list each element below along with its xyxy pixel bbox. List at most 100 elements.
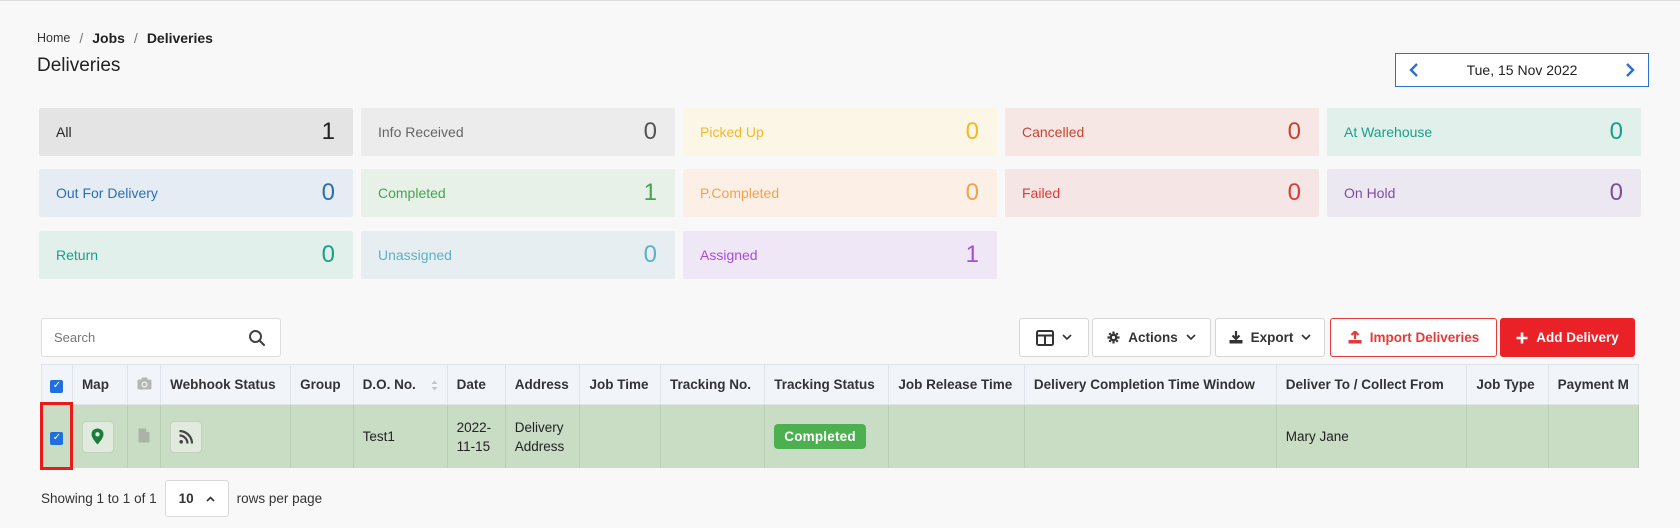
status-card-label: At Warehouse — [1344, 124, 1433, 140]
current-date[interactable]: Tue, 15 Nov 2022 — [1467, 62, 1578, 78]
status-card-return[interactable]: Return 0 — [39, 231, 353, 279]
breadcrumb-home[interactable]: Home — [37, 31, 70, 45]
table-row[interactable]: ✓ Test1 2022- 11-15 Delivery Address Com… — [41, 404, 1639, 468]
status-card-count: 0 — [321, 179, 335, 206]
photo-cell — [127, 404, 162, 468]
breadcrumb-current: Deliveries — [146, 30, 213, 46]
column-header-deliver-to[interactable]: Deliver To / Collect From — [1275, 364, 1468, 405]
status-card-info-received[interactable]: Info Received 0 — [361, 108, 675, 156]
actions-button[interactable]: Actions — [1092, 318, 1211, 357]
date-line: 2022- — [456, 419, 492, 435]
column-header-tracking-no[interactable]: Tracking No. — [660, 364, 766, 405]
chevron-up-icon — [206, 495, 215, 502]
rss-icon — [179, 429, 194, 444]
breadcrumb-separator: / — [133, 30, 138, 46]
column-header-do-no-label: D.O. No. — [362, 377, 416, 392]
table-header-row: ✓ Map Webhook Status Group D.O. No. Date… — [41, 364, 1639, 405]
import-label: Import Deliveries — [1369, 330, 1480, 345]
job-type-cell — [1466, 404, 1549, 468]
status-card-label: All — [56, 124, 72, 140]
status-card-count: 0 — [643, 241, 657, 268]
address-line: Delivery — [514, 419, 564, 435]
status-card-out-for-delivery[interactable]: Out For Delivery 0 — [39, 169, 353, 217]
deliveries-table: ✓ Map Webhook Status Group D.O. No. Date… — [41, 364, 1639, 468]
next-date-button[interactable] — [1612, 54, 1648, 86]
pagination-summary: Showing 1 to 1 of 1 — [41, 491, 157, 506]
chevron-down-icon — [1301, 334, 1311, 341]
status-card-failed[interactable]: Failed 0 — [1005, 169, 1319, 217]
previous-date-button[interactable] — [1396, 54, 1432, 86]
status-card-count: 1 — [643, 179, 657, 206]
do-no-cell[interactable]: Test1 — [352, 404, 448, 468]
tracking-no-cell — [660, 404, 766, 468]
status-card-picked-up[interactable]: Picked Up 0 — [683, 108, 997, 156]
export-button[interactable]: Export — [1215, 318, 1325, 357]
chevron-down-icon — [1062, 334, 1072, 341]
status-card-count: 0 — [321, 241, 335, 268]
column-header-webhook-status[interactable]: Webhook Status — [160, 364, 292, 405]
breadcrumb: Home / Jobs / Deliveries — [37, 30, 213, 46]
job-time-cell — [579, 404, 662, 468]
status-card-cancelled[interactable]: Cancelled 0 — [1005, 108, 1319, 156]
status-card-count: 0 — [643, 118, 657, 145]
status-card-label: On Hold — [1344, 185, 1396, 201]
row-select-cell: ✓ — [41, 404, 73, 468]
actions-label: Actions — [1128, 330, 1178, 345]
download-icon — [1229, 331, 1243, 344]
sort-icon[interactable] — [431, 380, 438, 391]
columns-icon — [1036, 329, 1054, 346]
select-all-header: ✓ — [41, 364, 73, 405]
add-delivery-button[interactable]: Add Delivery — [1500, 318, 1635, 357]
chevron-right-icon — [1626, 63, 1635, 77]
tracking-status-cell: Completed — [764, 404, 890, 468]
column-toggle-button[interactable] — [1019, 318, 1089, 357]
completion-window-cell — [1023, 404, 1277, 468]
status-card-completed[interactable]: Completed 1 — [361, 169, 675, 217]
column-header-address[interactable]: Address — [504, 364, 581, 405]
breadcrumb-jobs[interactable]: Jobs — [92, 30, 125, 46]
status-card-assigned[interactable]: Assigned 1 — [683, 231, 997, 279]
map-button[interactable] — [81, 420, 114, 453]
column-header-job-release-time[interactable]: Job Release Time — [888, 364, 1025, 405]
search-icon[interactable] — [248, 329, 266, 347]
upload-icon — [1348, 331, 1362, 344]
search-input[interactable] — [54, 330, 224, 345]
date-line: 11-15 — [456, 438, 491, 454]
status-card-label: Unassigned — [378, 247, 452, 263]
rows-per-page-select[interactable]: 10 — [164, 480, 229, 517]
column-header-photo — [127, 364, 162, 405]
webhook-status-cell — [160, 404, 292, 468]
status-card-count: 0 — [1609, 118, 1623, 145]
column-header-tracking-status[interactable]: Tracking Status — [764, 364, 890, 405]
status-card-at-warehouse[interactable]: At Warehouse 0 — [1327, 108, 1641, 156]
column-header-do-no[interactable]: D.O. No. — [352, 364, 448, 405]
column-header-group[interactable]: Group — [290, 364, 354, 405]
column-header-date[interactable]: Date — [446, 364, 506, 405]
chevron-down-icon — [1186, 334, 1196, 341]
file-icon[interactable] — [138, 428, 150, 443]
select-all-checkbox[interactable]: ✓ — [50, 379, 64, 393]
status-card-partially-completed[interactable]: P.Completed 0 — [683, 169, 997, 217]
gear-icon — [1107, 331, 1120, 344]
column-header-map[interactable]: Map — [71, 364, 129, 405]
column-header-completion-window[interactable]: Delivery Completion Time Window — [1023, 364, 1277, 405]
import-deliveries-button[interactable]: Import Deliveries — [1330, 318, 1497, 357]
add-delivery-label: Add Delivery — [1536, 330, 1619, 345]
status-card-unassigned[interactable]: Unassigned 0 — [361, 231, 675, 279]
status-card-label: Info Received — [378, 124, 464, 140]
column-header-job-time[interactable]: Job Time — [579, 364, 662, 405]
status-card-all[interactable]: All 1 — [39, 108, 353, 156]
status-card-count: 0 — [1609, 179, 1623, 206]
webhook-button[interactable] — [170, 420, 203, 453]
rows-per-page-value: 10 — [178, 491, 194, 506]
status-card-label: Cancelled — [1022, 124, 1085, 140]
column-header-job-type[interactable]: Job Type — [1466, 364, 1549, 405]
column-header-payment[interactable]: Payment M — [1547, 364, 1639, 405]
row-select-checkbox[interactable]: ✓ — [50, 431, 64, 445]
status-card-on-hold[interactable]: On Hold 0 — [1327, 169, 1641, 217]
pagination: Showing 1 to 1 of 1 10 rows per page — [41, 480, 322, 517]
breadcrumb-separator: / — [79, 30, 84, 46]
page-title: Deliveries — [37, 55, 121, 76]
status-card-label: Picked Up — [700, 124, 764, 140]
address-cell: Delivery Address — [504, 404, 581, 468]
